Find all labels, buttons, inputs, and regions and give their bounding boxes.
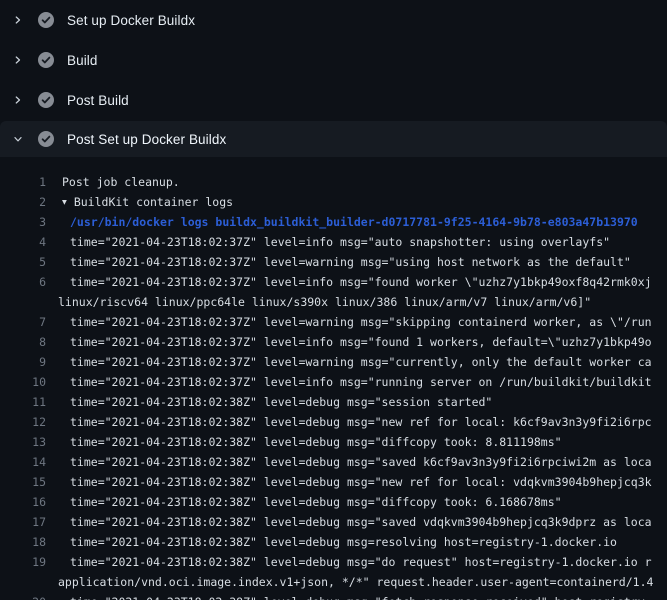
log-line: 5 time="2021-04-23T18:02:37Z" level=warn… [0, 252, 667, 272]
step-header-post-build[interactable]: Post Build [0, 80, 667, 120]
log-line-text: time="2021-04-23T18:02:38Z" level=debug … [46, 532, 617, 552]
log-line-number[interactable]: 8 [0, 332, 46, 352]
step-label: Set up Docker Buildx [67, 13, 195, 28]
log-line: linux/riscv64 linux/ppc64le linux/s390x … [0, 292, 667, 312]
log-line-number[interactable]: 14 [0, 452, 46, 472]
log-line-text: time="2021-04-23T18:02:38Z" level=debug … [46, 472, 652, 492]
step-label: Post Build [67, 93, 129, 108]
log-line-text: linux/riscv64 linux/ppc64le linux/s390x … [46, 292, 591, 312]
log-line: 6 time="2021-04-23T18:02:37Z" level=info… [0, 272, 667, 292]
log-line: 20 time="2021-04-23T18:02:38Z" level=deb… [0, 592, 667, 600]
log-line: 16 time="2021-04-23T18:02:38Z" level=deb… [0, 492, 667, 512]
log-area: 1 Post job cleanup. 2 ▼ BuildKit containe… [0, 157, 667, 600]
log-line: 12 time="2021-04-23T18:02:38Z" level=deb… [0, 412, 667, 432]
check-circle-icon [38, 131, 54, 147]
log-line-text: application/vnd.oci.image.index.v1+json,… [46, 572, 653, 592]
step-list: Set up Docker Buildx Build Post Build [0, 0, 667, 157]
log-line-number[interactable]: 3 [0, 212, 46, 232]
log-line: 15 time="2021-04-23T18:02:38Z" level=deb… [0, 472, 667, 492]
actions-log-viewer: Set up Docker Buildx Build Post Build [0, 0, 667, 600]
log-line: 19 time="2021-04-23T18:02:38Z" level=deb… [0, 552, 667, 572]
log-line-text: ▼ BuildKit container logs [46, 192, 233, 212]
log-line-text: time="2021-04-23T18:02:37Z" level=info m… [46, 232, 610, 252]
log-line-text: time="2021-04-23T18:02:38Z" level=debug … [46, 392, 492, 412]
log-line: 4 time="2021-04-23T18:02:37Z" level=info… [0, 232, 667, 252]
log-line-number[interactable]: 15 [0, 472, 46, 492]
step-label: Build [67, 53, 98, 68]
chevron-down-icon[interactable] [13, 131, 23, 147]
log-line-text: time="2021-04-23T18:02:38Z" level=debug … [46, 452, 652, 472]
log-line-number[interactable]: 9 [0, 352, 46, 372]
log-line-number[interactable]: 13 [0, 432, 46, 452]
log-line-number[interactable]: 20 [0, 592, 46, 600]
log-line-text: time="2021-04-23T18:02:37Z" level=warnin… [46, 252, 631, 272]
log-line-text: Post job cleanup. [46, 172, 180, 192]
log-line-number[interactable]: 6 [0, 272, 46, 292]
group-title[interactable]: BuildKit container logs [74, 195, 233, 209]
log-line-text: time="2021-04-23T18:02:38Z" level=debug … [46, 512, 652, 532]
log-line-text: time="2021-04-23T18:02:38Z" level=debug … [46, 592, 652, 600]
log-line: 10 time="2021-04-23T18:02:37Z" level=inf… [0, 372, 667, 392]
check-circle-icon [38, 12, 54, 28]
log-line-number[interactable]: 11 [0, 392, 46, 412]
log-line: 13 time="2021-04-23T18:02:38Z" level=deb… [0, 432, 667, 452]
log-line-number[interactable]: 7 [0, 312, 46, 332]
step-label: Post Set up Docker Buildx [67, 132, 226, 147]
log-line-text: time="2021-04-23T18:02:37Z" level=info m… [46, 372, 652, 392]
log-line-text: time="2021-04-23T18:02:38Z" level=debug … [46, 492, 562, 512]
log-line-number[interactable]: 1 [0, 172, 46, 192]
log-line-number [0, 292, 46, 312]
log-line-text: /usr/bin/docker logs buildx_buildkit_bui… [46, 212, 638, 232]
log-line-text: time="2021-04-23T18:02:37Z" level=info m… [46, 272, 652, 292]
chevron-right-icon[interactable] [13, 12, 23, 28]
log-line-number[interactable]: 18 [0, 532, 46, 552]
log-line-text: time="2021-04-23T18:02:37Z" level=info m… [46, 332, 652, 352]
check-circle-icon [38, 52, 54, 68]
log-line-number[interactable]: 16 [0, 492, 46, 512]
log-line: 3 /usr/bin/docker logs buildx_buildkit_b… [0, 212, 667, 232]
log-line: 1 Post job cleanup. [0, 172, 667, 192]
log-line-number[interactable]: 10 [0, 372, 46, 392]
log-line-number[interactable]: 5 [0, 252, 46, 272]
log-line-number[interactable]: 2 [0, 192, 46, 212]
log-line: 8 time="2021-04-23T18:02:37Z" level=info… [0, 332, 667, 352]
log-line: 7 time="2021-04-23T18:02:37Z" level=warn… [0, 312, 667, 332]
step-header-build[interactable]: Build [0, 40, 667, 80]
log-line-text: time="2021-04-23T18:02:37Z" level=warnin… [46, 352, 652, 372]
log-line-number[interactable]: 19 [0, 552, 46, 572]
log-line-text: time="2021-04-23T18:02:38Z" level=debug … [46, 412, 652, 432]
log-line: 2 ▼ BuildKit container logs [0, 192, 667, 212]
chevron-right-icon[interactable] [13, 52, 23, 68]
log-line-text: time="2021-04-23T18:02:37Z" level=warnin… [46, 312, 652, 332]
log-line: 18 time="2021-04-23T18:02:38Z" level=deb… [0, 532, 667, 552]
log-line: 11 time="2021-04-23T18:02:38Z" level=deb… [0, 392, 667, 412]
log-line: 14 time="2021-04-23T18:02:38Z" level=deb… [0, 452, 667, 472]
log-line-number[interactable]: 4 [0, 232, 46, 252]
check-circle-icon [38, 92, 54, 108]
group-collapse-triangle-icon[interactable]: ▼ [62, 193, 67, 213]
log-line-number [0, 572, 46, 592]
log-line-text: time="2021-04-23T18:02:38Z" level=debug … [46, 552, 652, 572]
step-header-post-set-up-docker-buildx[interactable]: Post Set up Docker Buildx [0, 121, 667, 157]
log-line: 17 time="2021-04-23T18:02:38Z" level=deb… [0, 512, 667, 532]
log-line: 9 time="2021-04-23T18:02:37Z" level=warn… [0, 352, 667, 372]
log-line-number[interactable]: 17 [0, 512, 46, 532]
log-line-text: time="2021-04-23T18:02:38Z" level=debug … [46, 432, 562, 452]
step-header-set-up-docker-buildx[interactable]: Set up Docker Buildx [0, 0, 667, 40]
log-line-number[interactable]: 12 [0, 412, 46, 432]
chevron-right-icon[interactable] [13, 92, 23, 108]
log-line: application/vnd.oci.image.index.v1+json,… [0, 572, 667, 592]
